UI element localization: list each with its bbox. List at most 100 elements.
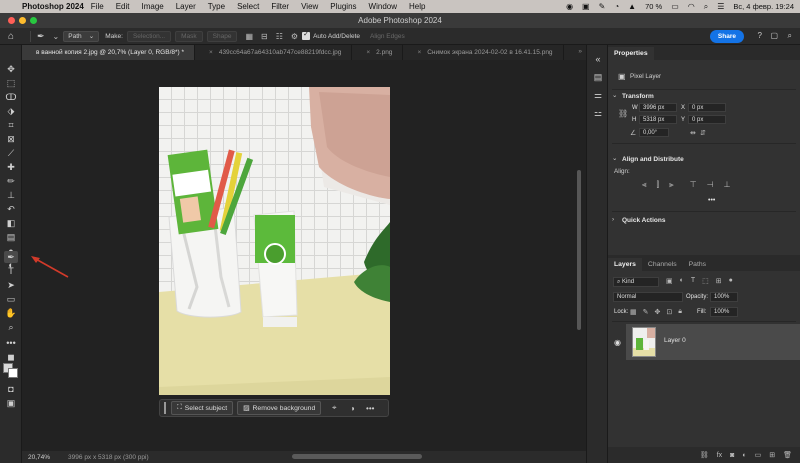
filter-adjustment-icon[interactable]: ◐ <box>680 277 684 285</box>
eyedropper-tool-icon[interactable]: ⟋ <box>4 147 18 159</box>
close-icon[interactable]: × <box>366 49 370 56</box>
fill-field[interactable]: 100% <box>710 307 738 317</box>
align-bottom-icon[interactable]: ⊥ <box>724 180 731 190</box>
filter-type-icon[interactable]: T <box>691 277 695 285</box>
menu-edit[interactable]: Edit <box>116 2 130 11</box>
zoom-window-button[interactable] <box>30 17 37 24</box>
close-window-button[interactable] <box>8 17 15 24</box>
background-color-swatch[interactable] <box>8 368 18 378</box>
layer-style-icon[interactable]: fx <box>717 452 722 459</box>
pen-tool-preset-icon[interactable]: ✒ <box>37 31 45 42</box>
close-icon[interactable]: × <box>417 49 421 56</box>
path-alignment-icon[interactable]: ⊟ <box>261 32 268 41</box>
tab-document[interactable]: × 439cc64a67a64310ab747ce88219fdcc.jpg <box>195 45 353 60</box>
align-more-icon[interactable]: ••• <box>708 197 715 204</box>
layer-row[interactable]: Layer 0 <box>626 324 800 360</box>
lock-artboard-icon[interactable]: ⊡ <box>666 308 672 316</box>
filter-toggle-icon[interactable]: ● <box>729 277 733 285</box>
minimize-window-button[interactable] <box>19 17 26 24</box>
more-tools-icon[interactable]: ••• <box>4 337 18 349</box>
tab-properties[interactable]: Properties <box>608 47 654 60</box>
make-mask-button[interactable]: Mask <box>175 30 203 42</box>
menu-layer[interactable]: Layer <box>176 2 196 11</box>
chevron-down-icon[interactable]: ⌄ <box>612 92 617 99</box>
datetime[interactable]: Вс, 4 февр. 19:24 <box>733 2 794 11</box>
menu-filter[interactable]: Filter <box>271 2 289 11</box>
y-field[interactable]: 0 px <box>688 115 726 124</box>
tab-document[interactable]: × 2.png <box>352 45 404 60</box>
pin-icon[interactable]: ⌖ <box>325 403 343 413</box>
align-right-icon[interactable]: ⫸ <box>669 180 674 190</box>
clone-stamp-tool-icon[interactable]: ⊥ <box>4 189 18 201</box>
app-menu[interactable]: Photoshop 2024 <box>22 2 84 11</box>
pen-tool-icon[interactable]: ✒ <box>4 251 18 263</box>
layer-name[interactable]: Layer 0 <box>664 337 686 344</box>
history-icon[interactable]: ▤ <box>592 71 604 83</box>
adjustments-icon[interactable]: ⚌ <box>592 89 604 101</box>
menu-view[interactable]: View <box>301 2 318 11</box>
make-shape-button[interactable]: Shape <box>206 30 238 42</box>
collapse-panels-icon[interactable]: « <box>592 53 604 65</box>
healing-brush-tool-icon[interactable]: ✚ <box>4 161 18 173</box>
cc-icon[interactable]: ◉ <box>566 2 573 11</box>
quick-mask-icon[interactable]: ◘ <box>4 383 18 395</box>
brush-tool-icon[interactable]: ✏ <box>4 175 18 187</box>
gradient-tool-icon[interactable]: ▤ <box>4 231 18 243</box>
chevron-right-icon[interactable]: › <box>612 216 614 223</box>
more-options-icon[interactable]: ••• <box>361 404 379 413</box>
control-center-icon[interactable]: ☰ <box>717 2 724 11</box>
x-field[interactable]: 0 px <box>688 103 726 112</box>
vertical-scrollbar[interactable] <box>577 170 581 330</box>
align-edges-option[interactable]: Align Edges <box>370 33 405 40</box>
opacity-field[interactable]: 100% <box>710 292 738 302</box>
blend-mode-select[interactable]: Normal <box>613 292 683 302</box>
lasso-tool-icon[interactable]: ↀ <box>4 91 18 103</box>
tab-document-active[interactable]: в ванной копия 2.jpg @ 20,7% (Layer 0, R… <box>22 45 196 60</box>
filter-shape-icon[interactable]: ⬚ <box>702 277 709 285</box>
lock-pixels-icon[interactable]: ✎ <box>643 308 649 316</box>
hand-tool-icon[interactable]: ✋ <box>4 307 18 319</box>
adjustment-icon[interactable]: ◑ <box>343 404 361 413</box>
path-operations-icon[interactable]: ▦ <box>245 32 253 41</box>
filter-pixel-icon[interactable]: ▣ <box>666 277 673 285</box>
select-subject-button[interactable]: ⛶ Select subject <box>171 401 234 415</box>
move-tool-icon[interactable]: ✥ <box>4 63 18 75</box>
make-selection-button[interactable]: Selection... <box>126 30 172 42</box>
menu-image[interactable]: Image <box>141 2 163 11</box>
search-icon[interactable]: ⌕ <box>704 2 708 12</box>
default-colors-icon[interactable]: ◼ <box>4 351 18 363</box>
new-adjustment-icon[interactable]: ◐ <box>742 452 746 459</box>
align-top-icon[interactable]: ⊤ <box>690 180 697 190</box>
menu-select[interactable]: Select <box>237 2 259 11</box>
search-icon[interactable]: ⌕ <box>788 31 792 41</box>
flip-vertical-icon[interactable]: ⇵ <box>700 129 706 137</box>
type-tool-icon[interactable]: T <box>4 265 18 277</box>
chevron-down-icon[interactable]: ⌄ <box>612 155 617 162</box>
status-icon[interactable]: ▣ <box>582 2 590 11</box>
align-center-h-icon[interactable]: ⫿ <box>657 180 660 190</box>
help-icon[interactable]: ? <box>758 31 762 40</box>
link-proportions-icon[interactable]: ⛓ <box>618 109 628 118</box>
filter-smart-icon[interactable]: ⊞ <box>716 277 722 285</box>
zoom-level[interactable]: 20,74% <box>28 454 50 461</box>
chevron-down-icon[interactable]: ⌄ <box>53 32 60 41</box>
eraser-tool-icon[interactable]: ◧ <box>4 217 18 229</box>
filter-kind-select[interactable]: ⌕ Kind <box>613 277 659 287</box>
width-field[interactable]: 3996 px <box>639 103 677 112</box>
path-arrangement-icon[interactable]: ☷ <box>276 32 283 41</box>
menu-plugins[interactable]: Plugins <box>330 2 356 11</box>
path-selection-tool-icon[interactable]: ➤ <box>4 279 18 291</box>
tab-paths[interactable]: Paths <box>683 258 712 271</box>
remove-background-button[interactable]: ▨ Remove background <box>237 401 322 415</box>
tab-channels[interactable]: Channels <box>642 258 683 271</box>
home-icon[interactable]: ⌂ <box>8 31 24 42</box>
menu-help[interactable]: Help <box>409 2 425 11</box>
tabs-overflow-icon[interactable]: » <box>578 48 582 55</box>
object-selection-tool-icon[interactable]: ⬗ <box>4 105 18 117</box>
workspace-icon[interactable]: ▢ <box>770 31 778 40</box>
history-brush-tool-icon[interactable]: ↶ <box>4 203 18 215</box>
lock-transparent-icon[interactable]: ▦ <box>630 308 637 316</box>
align-left-icon[interactable]: ⫷ <box>642 180 647 190</box>
height-field[interactable]: 5318 px <box>639 115 677 124</box>
menu-file[interactable]: File <box>91 2 104 11</box>
